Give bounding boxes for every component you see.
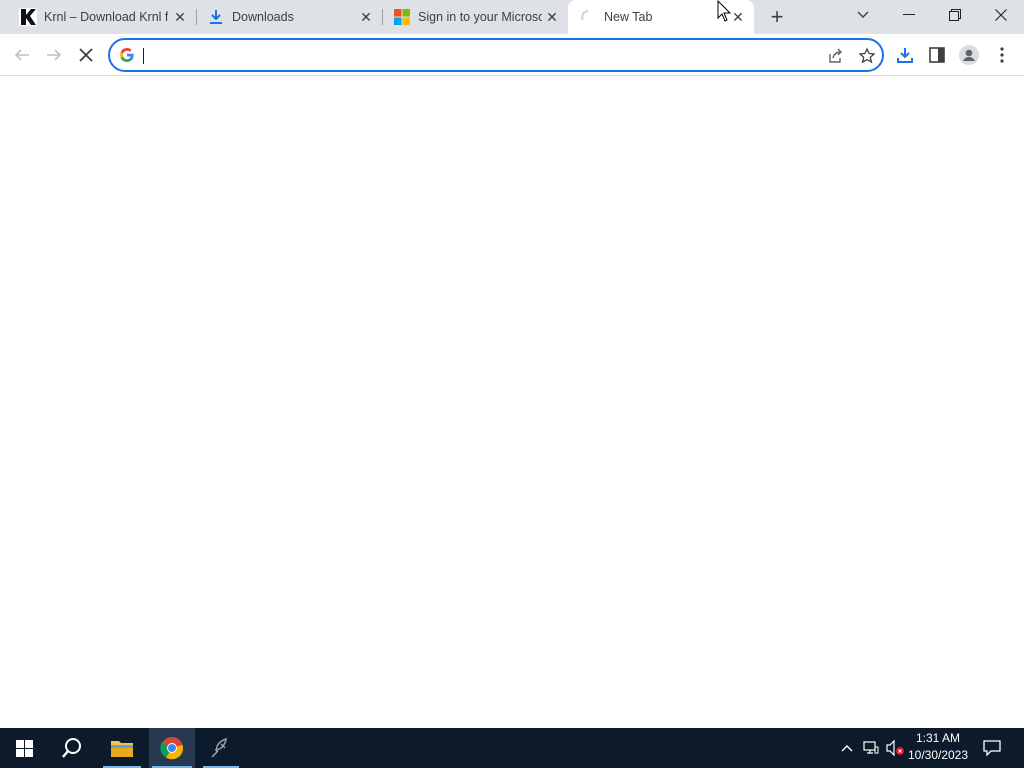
downloads-button[interactable]: [890, 40, 920, 70]
windows-logo-icon: [15, 739, 33, 757]
browser-toolbar: [0, 34, 1024, 76]
clock-time: 1:31 AM: [915, 731, 961, 745]
tab-downloads[interactable]: Downloads ✕: [196, 0, 382, 34]
search-button[interactable]: [48, 728, 96, 768]
microsoft-logo-icon: [393, 8, 411, 26]
start-button[interactable]: [0, 728, 48, 768]
close-icon: [995, 9, 1007, 21]
forward-button[interactable]: [39, 40, 69, 70]
side-panel-icon: [929, 47, 945, 63]
chevron-down-icon: [857, 11, 869, 18]
new-tab-button[interactable]: +: [758, 2, 796, 32]
chrome-icon: [160, 737, 184, 760]
loading-spinner-icon: [579, 8, 597, 26]
restore-icon: [949, 9, 961, 21]
back-button[interactable]: [7, 40, 37, 70]
chrome-taskbar-button[interactable]: [149, 728, 195, 768]
page-content: [0, 77, 1024, 728]
notification-icon: [983, 740, 1001, 756]
krnl-taskbar-button[interactable]: [200, 728, 242, 768]
address-bar[interactable]: [108, 38, 884, 72]
volume-muted-icon: [886, 740, 904, 756]
search-icon: [62, 738, 81, 758]
mouse-pointer-icon: [717, 0, 731, 22]
close-window-button[interactable]: [978, 0, 1024, 30]
system-clock[interactable]: 1:31 AM 10/30/2023: [906, 730, 970, 766]
action-center-button[interactable]: [978, 728, 1006, 768]
tab-close-icon[interactable]: ✕: [729, 8, 747, 26]
profile-button[interactable]: [954, 40, 984, 70]
network-icon: [863, 741, 879, 754]
file-explorer-icon: [111, 741, 133, 757]
minimize-icon: [903, 14, 915, 15]
tab-strip: Krnl – Download Krnl fo ✕ Downloads ✕ Si…: [0, 0, 1024, 34]
file-explorer-button[interactable]: [100, 728, 144, 768]
restore-button[interactable]: [932, 0, 978, 30]
omnibox-input[interactable]: [140, 46, 800, 66]
avatar-icon: [959, 45, 979, 65]
share-icon[interactable]: [826, 47, 844, 65]
back-arrow-icon: [14, 49, 29, 61]
download-arrow-icon: [207, 8, 225, 26]
tab-title: New Tab: [604, 10, 653, 24]
tab-search-button[interactable]: [840, 0, 886, 30]
more-vert-icon: [1000, 47, 1004, 63]
forward-arrow-icon: [47, 49, 62, 61]
tab-krnl[interactable]: Krnl – Download Krnl fo ✕: [8, 0, 194, 34]
google-g-icon: [119, 47, 135, 63]
show-hidden-icons-button[interactable]: [836, 728, 858, 768]
krnl-logo-icon: [19, 8, 37, 26]
tab-close-icon[interactable]: ✕: [543, 8, 561, 26]
menu-button[interactable]: [987, 40, 1017, 70]
tab-title: Downloads: [232, 10, 294, 24]
volume-tray-button[interactable]: [884, 728, 906, 768]
chevron-up-icon: [841, 745, 853, 752]
minimize-button[interactable]: [886, 0, 932, 30]
clock-date: 10/30/2023: [907, 748, 969, 762]
download-icon: [897, 48, 913, 63]
tab-title: Krnl – Download Krnl fo: [44, 10, 168, 24]
taskbar: 1:31 AM 10/30/2023: [0, 728, 1024, 768]
stop-x-icon: [79, 48, 93, 62]
tab-microsoft-signin[interactable]: Sign in to your Microsoft ✕: [382, 0, 568, 34]
stop-loading-button[interactable]: [71, 40, 101, 70]
network-tray-button[interactable]: [860, 728, 882, 768]
bookmark-star-icon[interactable]: [858, 47, 876, 65]
side-panel-button[interactable]: [922, 40, 952, 70]
tab-close-icon[interactable]: ✕: [171, 8, 189, 26]
tab-close-icon[interactable]: ✕: [357, 8, 375, 26]
tab-title: Sign in to your Microsoft: [418, 10, 542, 24]
krnl-app-icon: [211, 737, 227, 758]
